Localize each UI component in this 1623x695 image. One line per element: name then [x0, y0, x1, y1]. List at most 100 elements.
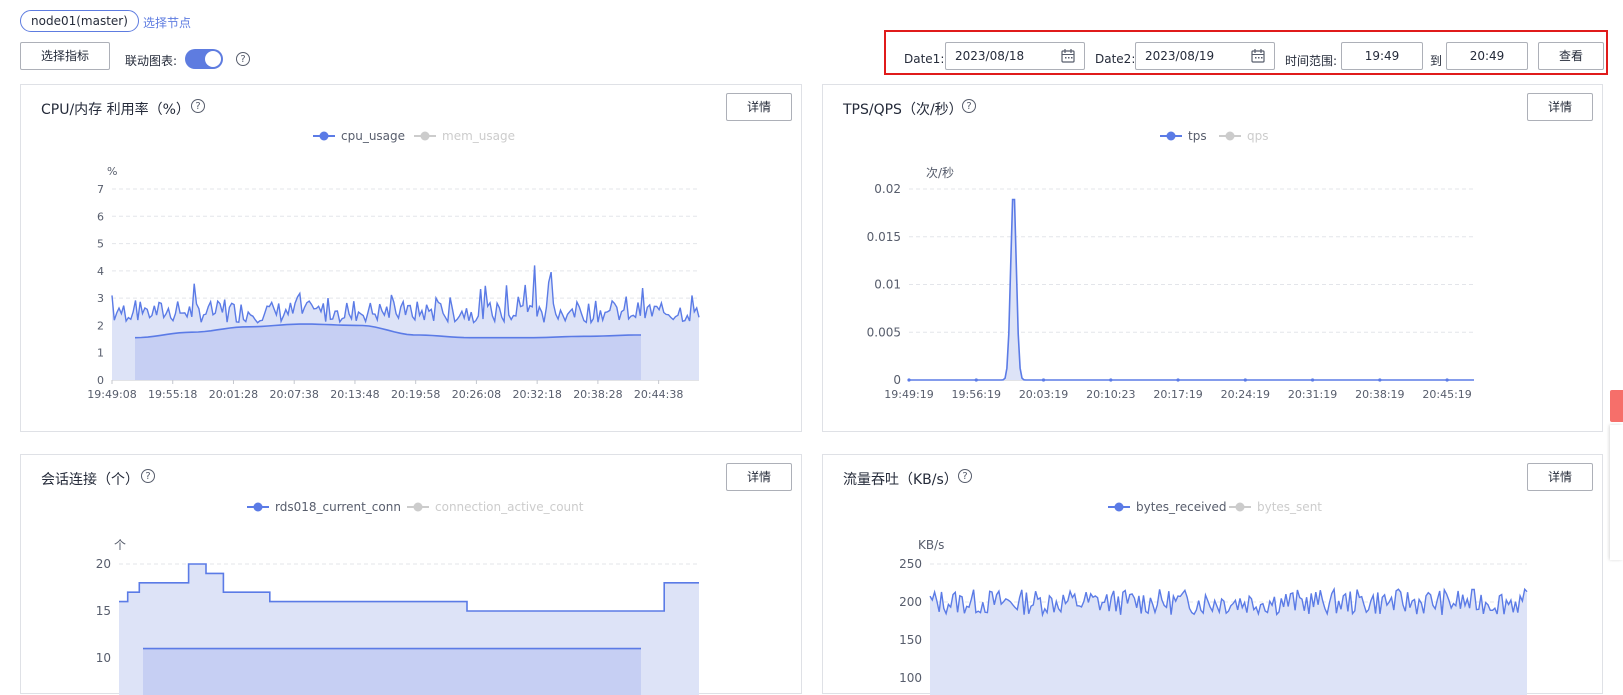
x-tick-label: 19:49:08	[87, 388, 136, 401]
x-tick-label: 20:32:18	[512, 388, 561, 401]
x-tick-label: 20:03:19	[1019, 388, 1068, 401]
calendar-icon[interactable]	[1060, 48, 1076, 64]
session-card: 会话连接（个） ? 详情 rds018_current_conn connect…	[20, 454, 802, 695]
data-point	[1176, 378, 1180, 382]
y-tick-label: 0	[893, 373, 901, 387]
time-to-input[interactable]: 20:49	[1446, 42, 1528, 70]
data-point	[1445, 378, 1449, 382]
x-tick-label: 20:17:19	[1153, 388, 1202, 401]
x-tick-label: 20:31:19	[1288, 388, 1337, 401]
select-metric-button[interactable]: 选择指标	[20, 42, 110, 70]
y-tick-label: 150	[899, 633, 922, 647]
throughput-card: 流量吞吐（KB/s） ? 详情 bytes_received bytes_sen…	[822, 454, 1603, 695]
svg-text:tps: tps	[1188, 129, 1207, 143]
x-tick-label: 20:19:58	[391, 388, 440, 401]
y-tick-label: 1	[97, 347, 104, 360]
y-tick-label: 0.01	[874, 278, 901, 292]
svg-text:cpu_usage: cpu_usage	[341, 129, 405, 143]
y-unit: 次/秒	[926, 166, 954, 180]
time-from-input[interactable]: 19:49	[1341, 42, 1423, 70]
svg-text:bytes_received: bytes_received	[1136, 500, 1227, 514]
y-tick-label: 2	[97, 319, 104, 332]
y-tick-label: 5	[97, 238, 104, 251]
linked-chart-label: 联动图表:	[125, 54, 178, 68]
legend-qps[interactable]: qps	[1219, 129, 1269, 143]
y-tick-label: 200	[899, 595, 922, 609]
date2-value: 2023/08/19	[1145, 49, 1215, 63]
session-chart: rds018_current_conn connection_active_co…	[96, 500, 699, 695]
y-tick-label: 0.005	[867, 325, 901, 339]
x-tick-label: 20:38:28	[573, 388, 622, 401]
bytes-area	[930, 589, 1527, 695]
y-tick-label: 7	[97, 183, 104, 196]
tps-qps-chart: tps qps 次/秒 0 0.005 0.01 0.015 0.02 19:49:19 1…	[867, 129, 1474, 401]
svg-text:mem_usage: mem_usage	[442, 129, 515, 143]
date1-input[interactable]: 2023/08/18	[945, 42, 1085, 70]
data-point	[1041, 378, 1046, 382]
x-tick-label: 20:44:38	[634, 388, 683, 401]
x-tick-label: 20:01:28	[209, 388, 258, 401]
data-point	[1109, 378, 1113, 382]
x-tick-label: 19:49:19	[884, 388, 933, 401]
legend-bytes-sent[interactable]: bytes_sent	[1229, 500, 1322, 514]
y-tick-label: 4	[97, 265, 104, 278]
y-tick-label: 0.015	[867, 230, 901, 244]
legend-mem-usage[interactable]: mem_usage	[414, 129, 515, 143]
to-label: 到	[1430, 54, 1443, 68]
time-range-label: 时间范围:	[1285, 54, 1338, 68]
x-tick-label: 20:10:23	[1086, 388, 1135, 401]
data-point	[1243, 378, 1247, 382]
x-tick-label: 19:55:18	[148, 388, 197, 401]
y-tick-label: 15	[96, 604, 111, 618]
legend-bytes-received[interactable]: bytes_received	[1108, 500, 1227, 514]
x-tick-label: 20:13:48	[330, 388, 379, 401]
y-tick-label: 250	[899, 557, 922, 571]
y-unit: KB/s	[918, 538, 944, 552]
tps-area	[909, 199, 1474, 380]
x-tick-label: 20:07:38	[270, 388, 319, 401]
feedback-tab[interactable]	[1610, 390, 1623, 422]
date1-value: 2023/08/18	[955, 49, 1025, 63]
legend-tps[interactable]: tps	[1160, 129, 1207, 143]
x-tick-label: 20:24:19	[1221, 388, 1270, 401]
toggle-knob	[205, 51, 221, 67]
y-tick-label: 10	[96, 651, 111, 665]
y-tick-label: 0	[97, 374, 104, 387]
select-node-link[interactable]: 选择节点	[143, 14, 191, 31]
date2-label: Date2:	[1095, 52, 1136, 66]
svg-text:bytes_sent: bytes_sent	[1257, 500, 1322, 514]
floating-toolbar[interactable]	[1610, 425, 1623, 560]
data-point	[1310, 378, 1315, 382]
y-tick-label: 6	[97, 210, 104, 223]
svg-text:connection_active_count: connection_active_count	[435, 500, 584, 514]
y-unit: 个	[114, 538, 126, 552]
date2-input[interactable]: 2023/08/19	[1135, 42, 1275, 70]
legend-cpu-usage[interactable]: cpu_usage	[313, 129, 405, 143]
node-selector-pill[interactable]: node01(master)	[20, 10, 139, 32]
x-tick-label: 20:38:19	[1355, 388, 1404, 401]
x-tick-label: 20:26:08	[452, 388, 501, 401]
legend-active-count[interactable]: connection_active_count	[407, 500, 584, 514]
data-point	[907, 378, 911, 382]
data-point	[1378, 378, 1382, 382]
active-area	[143, 648, 641, 695]
data-point	[974, 378, 978, 382]
y-unit: %	[107, 165, 117, 178]
calendar-icon[interactable]	[1250, 48, 1266, 64]
throughput-chart: bytes_received bytes_sent KB/s 100 150 200…	[899, 500, 1528, 695]
svg-text:rds018_current_conn: rds018_current_conn	[275, 500, 401, 514]
linked-chart-toggle[interactable]	[185, 49, 223, 69]
tps-qps-card: TPS/QPS（次/秒） ? 详情 tps qps 次/秒 0 0.005 0.01…	[822, 84, 1603, 432]
y-tick-label: 100	[899, 671, 922, 685]
x-tick-label: 19:56:19	[952, 388, 1001, 401]
x-tick-label: 20:45:19	[1422, 388, 1471, 401]
help-icon[interactable]: ?	[236, 52, 250, 66]
legend-current-conn[interactable]: rds018_current_conn	[247, 500, 401, 514]
tps-line	[909, 198, 1474, 381]
svg-text:qps: qps	[1247, 129, 1269, 143]
y-tick-label: 20	[96, 557, 111, 571]
cpu-mem-card: CPU/内存 利用率（%） ? 详情 cpu_usage mem_usage %…	[20, 84, 802, 432]
cpu-mem-chart: cpu_usage mem_usage % 0 1 2 3 4 5 6 7 19:49:08 19…	[87, 129, 700, 401]
view-button[interactable]: 查看	[1538, 42, 1604, 70]
y-tick-label: 3	[97, 292, 104, 305]
